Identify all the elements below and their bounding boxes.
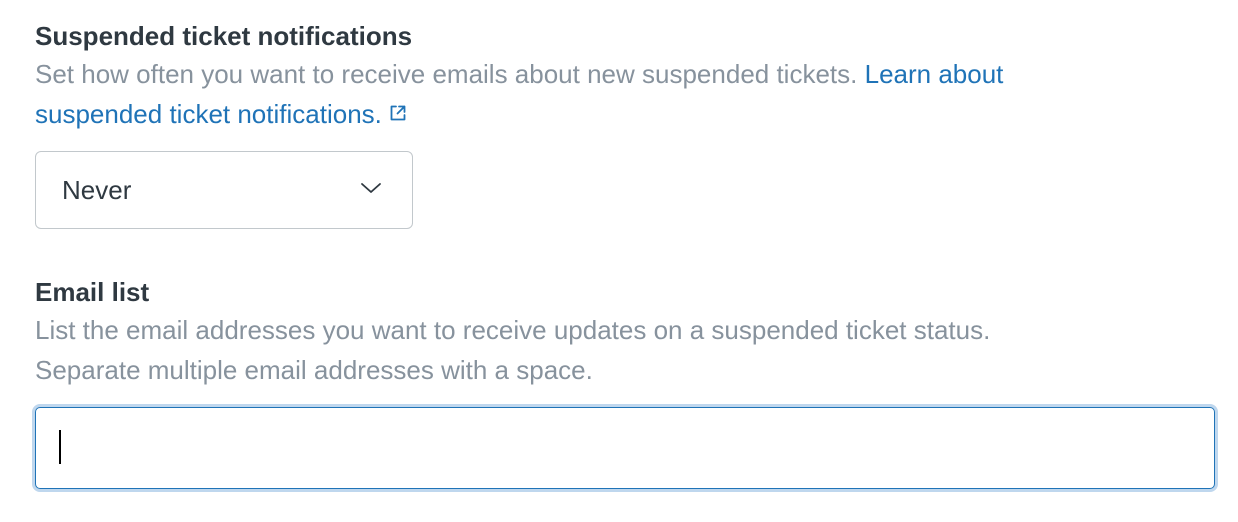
chevron-down-icon: [360, 181, 382, 200]
email-list-input[interactable]: [35, 407, 1215, 489]
email-list-section: Email list List the email addresses you …: [32, 274, 1218, 492]
email-list-hint-line2: Separate multiple email addresses with a…: [35, 355, 593, 385]
email-list-heading: Email list: [35, 277, 150, 307]
email-list-hint: List the email addresses you want to rec…: [35, 310, 1217, 390]
learn-more-link-part2[interactable]: suspended ticket notifications.: [35, 99, 382, 129]
email-list-input-focus-ring: [32, 404, 1218, 492]
notification-frequency-value: Never: [62, 175, 132, 205]
text-cursor: [59, 430, 61, 464]
description-text: Set how often you want to receive emails…: [35, 59, 858, 89]
email-list-hint-line1: List the email addresses you want to rec…: [35, 315, 991, 345]
suspended-notifications-section: Suspended ticket notifications Set how o…: [35, 18, 1215, 229]
notification-frequency-select[interactable]: Never: [35, 151, 413, 229]
suspended-notifications-description: Set how often you want to receive emails…: [35, 54, 1215, 134]
external-link-icon[interactable]: [388, 94, 408, 134]
suspended-notifications-heading: Suspended ticket notifications: [35, 21, 413, 51]
learn-more-link-part1[interactable]: Learn about: [865, 59, 1004, 89]
